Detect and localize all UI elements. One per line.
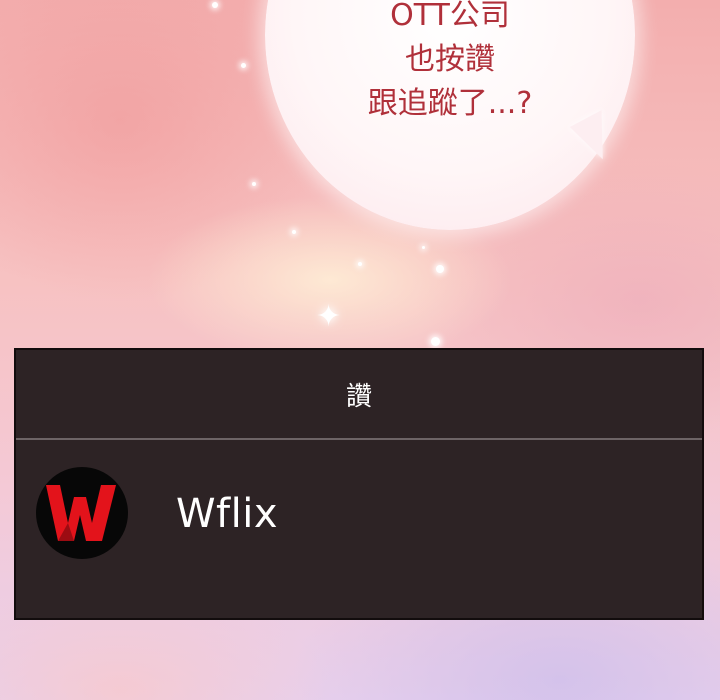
sparkle — [436, 265, 444, 273]
wflix-logo-icon — [36, 467, 128, 559]
dialog-option-wflix[interactable]: Wflix — [16, 440, 702, 600]
speech-line: 跟追蹤了...? — [367, 86, 533, 121]
wflix-logo-mark — [46, 485, 116, 541]
speech-line: 也按讚 — [405, 42, 495, 77]
sparkle-star-icon: ✦ — [316, 299, 342, 334]
sparkle — [252, 182, 256, 186]
sparkle — [422, 246, 425, 249]
sparkle — [292, 230, 296, 234]
speech-line: OTT公司 — [390, 0, 510, 33]
sparkle — [212, 2, 218, 8]
speech-bubble-text: OTT公司 也按讚 跟追蹤了...? — [265, 0, 635, 126]
sparkle — [431, 337, 440, 346]
dialog-title: 讚 — [345, 381, 372, 412]
dialog-header: 讚 — [16, 350, 702, 438]
sparkle — [358, 262, 362, 266]
sparkle — [241, 63, 246, 68]
dialog-option-label: Wflix — [176, 491, 279, 537]
like-dialog: 讚 Wflix — [14, 348, 704, 620]
